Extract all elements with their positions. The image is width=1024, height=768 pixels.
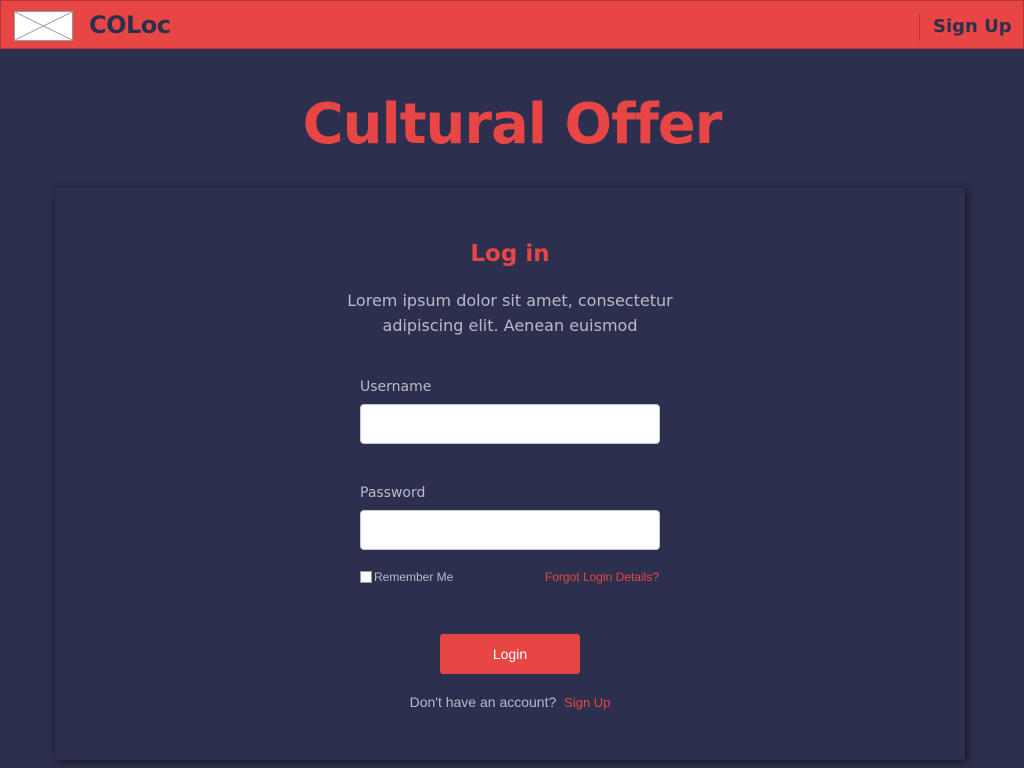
- password-input[interactable]: [360, 510, 660, 550]
- username-input[interactable]: [360, 404, 660, 444]
- image-placeholder-icon[interactable]: [14, 11, 73, 41]
- login-description: Lorem ipsum dolor sit amet, consectetur …: [347, 291, 673, 335]
- login-card: Log in Lorem ipsum dolor sit amet, conse…: [55, 188, 965, 760]
- nav-divider: [919, 13, 920, 41]
- forgot-login-link[interactable]: Forgot Login Details?: [535, 570, 659, 584]
- remember-me[interactable]: Remember Me: [360, 570, 453, 584]
- username-label: Username: [360, 379, 432, 395]
- remember-me-label: Remember Me: [374, 570, 454, 584]
- top-navbar: COLoc Sign Up: [0, 0, 1024, 49]
- login-title: Log in: [470, 241, 550, 267]
- password-label: Password: [360, 485, 426, 501]
- nav-signup-link[interactable]: Sign Up: [933, 16, 1012, 37]
- signup-link[interactable]: Sign Up: [564, 695, 610, 710]
- remember-me-checkbox[interactable]: [360, 571, 372, 583]
- page-title: Cultural Offer: [302, 92, 723, 157]
- signup-prompt-text: Don't have an account?: [409, 694, 557, 710]
- signup-prompt-row: Don't have an account? Sign Up: [55, 694, 965, 710]
- brand-name[interactable]: COLoc: [89, 11, 171, 39]
- login-button[interactable]: Login: [440, 634, 580, 674]
